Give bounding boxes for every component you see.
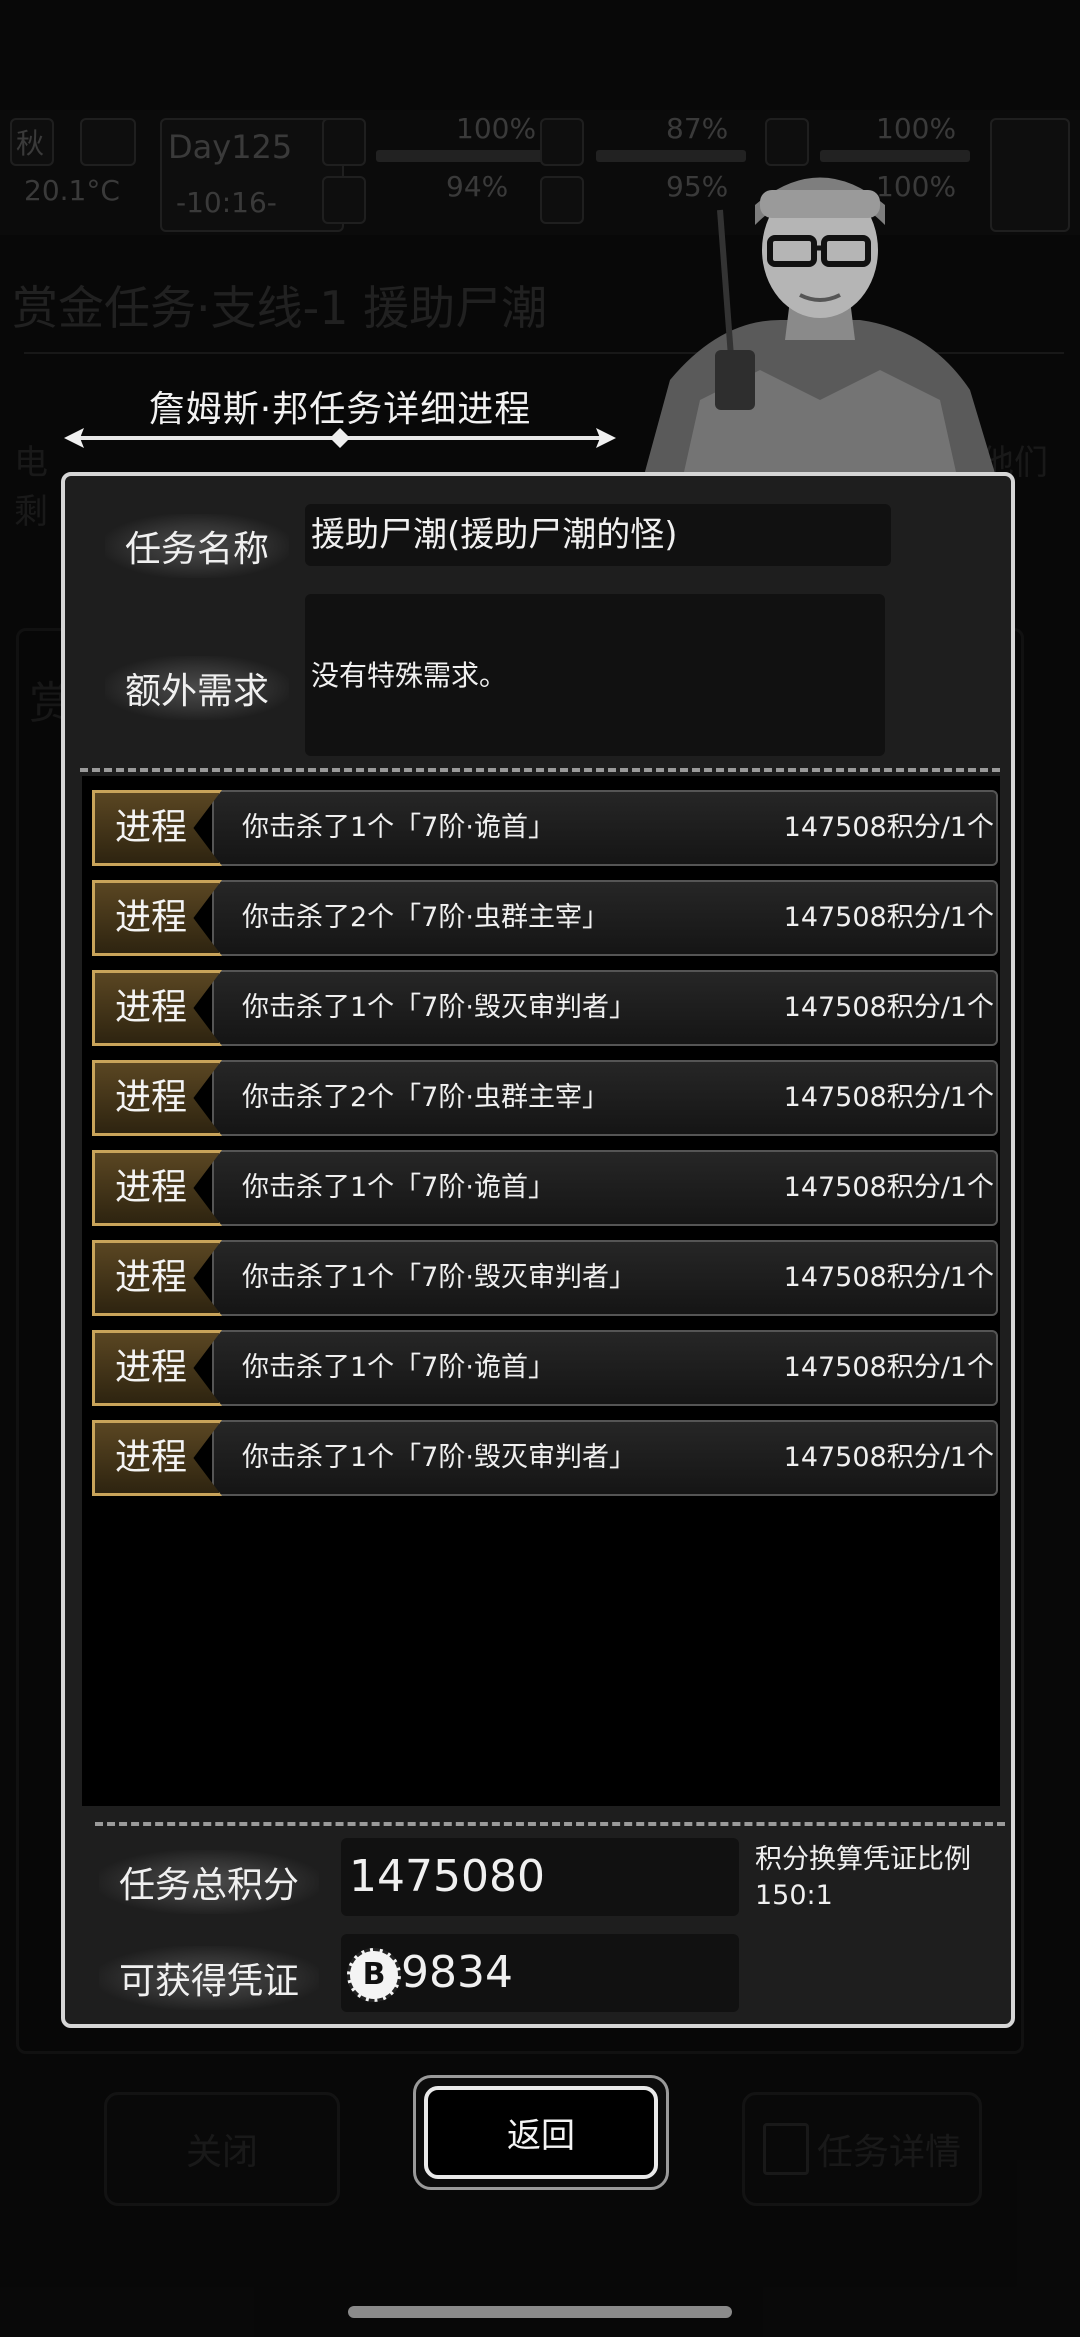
conversion-ratio-label: 积分换算凭证比例 (755, 1844, 971, 1875)
progress-desc: 你击杀了1个「7阶·诡首」 (242, 1352, 555, 1383)
progress-row: 进程 你击杀了1个「7阶·毁灭审判者」 147508积分/1个 (92, 1420, 998, 1496)
progress-tag-label: 进程 (114, 807, 187, 848)
progress-points: 147508积分/1个 (783, 1172, 994, 1203)
mission-name-field: 援助尸潮(援助尸潮的怪) (305, 504, 891, 566)
coin-symbol: B (362, 1957, 386, 1992)
header-ornament (64, 428, 616, 448)
progress-points: 147508积分/1个 (783, 1442, 994, 1473)
voucher-value: 9834 (401, 1947, 513, 1998)
dashed-divider-bottom (95, 1822, 1005, 1826)
conversion-ratio: 积分换算凭证比例 150:1 (755, 1842, 971, 1914)
progress-list[interactable]: 进程 你击杀了1个「7阶·诡首」 147508积分/1个 进程 你击杀了2个「7… (82, 776, 1000, 1806)
progress-row: 进程 你击杀了1个「7阶·诡首」 147508积分/1个 (92, 1330, 998, 1406)
total-points-label: 任务总积分 (99, 1850, 320, 1914)
back-button-frame[interactable]: 返回 (413, 2075, 669, 2190)
progress-tag-label: 进程 (114, 1347, 187, 1388)
progress-row: 进程 你击杀了2个「7阶·虫群主宰」 147508积分/1个 (92, 880, 998, 956)
progress-row: 进程 你击杀了1个「7阶·毁灭审判者」 147508积分/1个 (92, 970, 998, 1046)
voucher-field: B 9834 (341, 1934, 739, 2012)
mission-name-label: 任务名称 (105, 514, 290, 578)
progress-row: 进程 你击杀了1个「7阶·毁灭审判者」 147508积分/1个 (92, 1240, 998, 1316)
progress-tag-label: 进程 (114, 1437, 187, 1478)
progress-tag-label: 进程 (114, 1077, 187, 1118)
progress-desc: 你击杀了1个「7阶·诡首」 (242, 812, 555, 843)
back-button[interactable]: 返回 (424, 2086, 658, 2179)
progress-row: 进程 你击杀了1个「7阶·诡首」 147508积分/1个 (92, 790, 998, 866)
extra-requirement-field: 没有特殊需求。 (305, 594, 885, 756)
progress-row: 进程 你击杀了2个「7阶·虫群主宰」 147508积分/1个 (92, 1060, 998, 1136)
progress-points: 147508积分/1个 (783, 992, 994, 1023)
soldier-portrait (640, 177, 1000, 490)
progress-tag-label: 进程 (114, 897, 187, 938)
progress-tag-label: 进程 (114, 987, 187, 1028)
progress-desc: 你击杀了1个「7阶·毁灭审判者」 (242, 1262, 636, 1293)
extra-requirement-label: 额外需求 (105, 656, 290, 720)
progress-desc: 你击杀了2个「7阶·虫群主宰」 (242, 1082, 609, 1113)
progress-tag-label: 进程 (114, 1167, 187, 1208)
progress-points: 147508积分/1个 (783, 812, 994, 843)
progress-desc: 你击杀了1个「7阶·毁灭审判者」 (242, 992, 636, 1023)
total-points-field: 1475080 (341, 1838, 739, 1916)
progress-points: 147508积分/1个 (783, 1262, 994, 1293)
progress-row: 进程 你击杀了1个「7阶·诡首」 147508积分/1个 (92, 1150, 998, 1226)
progress-desc: 你击杀了1个「7阶·诡首」 (242, 1172, 555, 1203)
progress-points: 147508积分/1个 (783, 902, 994, 933)
mission-progress-dialog: 任务名称 援助尸潮(援助尸潮的怪) 额外需求 没有特殊需求。 进程 你击杀了1个… (61, 472, 1015, 2028)
progress-points: 147508积分/1个 (783, 1082, 994, 1113)
bitcoin-coin-icon: B (347, 1948, 401, 2002)
progress-desc: 你击杀了1个「7阶·毁灭审判者」 (242, 1442, 636, 1473)
voucher-label: 可获得凭证 (99, 1946, 320, 2010)
progress-points: 147508积分/1个 (783, 1352, 994, 1383)
dialog-title: 詹姆斯·邦任务详细进程 (148, 389, 532, 430)
home-indicator[interactable] (348, 2306, 732, 2318)
progress-desc: 你击杀了2个「7阶·虫群主宰」 (242, 902, 609, 933)
conversion-ratio-value: 150:1 (755, 1880, 833, 1911)
progress-tag-label: 进程 (114, 1257, 187, 1298)
dialog-header: 詹姆斯·邦任务详细进程 (60, 370, 620, 465)
dashed-divider-top (80, 768, 1000, 772)
